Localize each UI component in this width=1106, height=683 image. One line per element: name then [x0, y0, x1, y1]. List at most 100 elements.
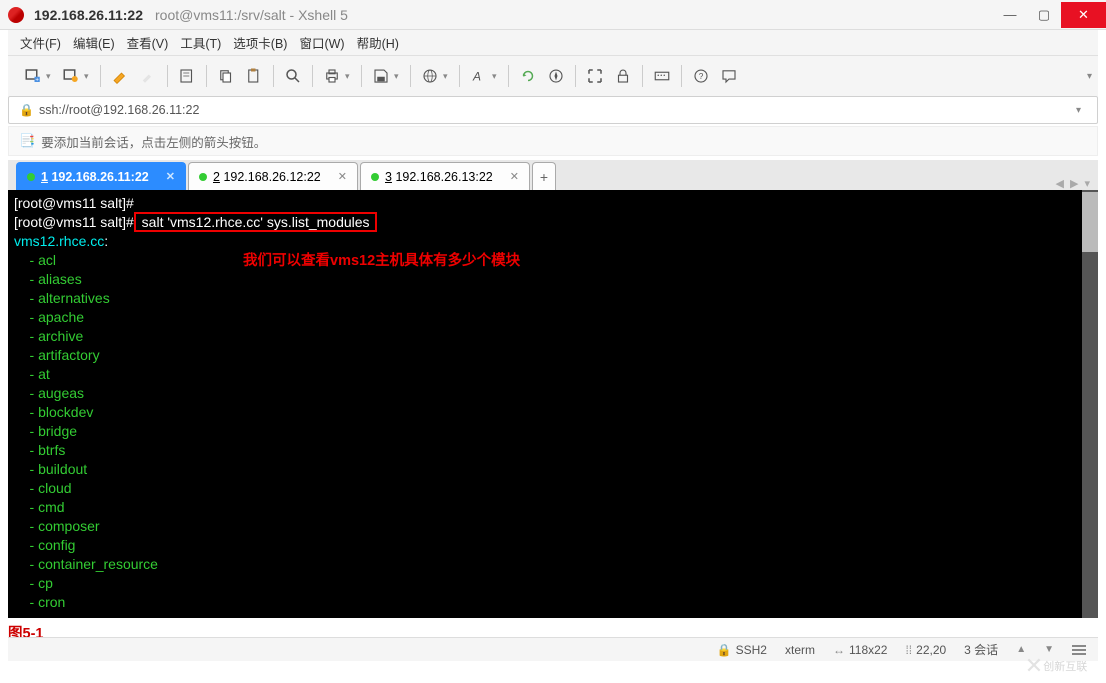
- module-item: - aliases: [14, 270, 1092, 289]
- separator: [206, 65, 207, 87]
- compass-icon[interactable]: [543, 63, 569, 89]
- menu-help[interactable]: 帮助(H): [357, 33, 399, 52]
- tab-icon[interactable]: 📑: [19, 133, 35, 149]
- module-item: - buildout: [14, 460, 1092, 479]
- addressbar-overflow-icon[interactable]: ▾: [1076, 105, 1087, 116]
- tab-label: 192.168.26.12:22: [223, 170, 320, 184]
- module-item: - archive: [14, 327, 1092, 346]
- properties-icon[interactable]: [174, 63, 200, 89]
- search-icon[interactable]: [280, 63, 306, 89]
- dropdown-icon[interactable]: ▾: [345, 71, 355, 82]
- size-icon: ↔: [833, 643, 845, 657]
- tab-next-icon[interactable]: ▶: [1070, 177, 1078, 190]
- tab-session-3[interactable]: 3 192.168.26.13:22 ✕: [360, 162, 530, 190]
- toolbar-overflow-icon[interactable]: ▾: [1087, 71, 1098, 82]
- print-icon[interactable]: [319, 63, 345, 89]
- new-session-icon[interactable]: +: [20, 63, 46, 89]
- keyboard-icon[interactable]: [649, 63, 675, 89]
- globe-icon[interactable]: [417, 63, 443, 89]
- save-icon[interactable]: [368, 63, 394, 89]
- module-item: - bridge: [14, 422, 1092, 441]
- lock-icon[interactable]: [610, 63, 636, 89]
- status-dot-icon: [199, 173, 207, 181]
- separator: [459, 65, 460, 87]
- edit-icon[interactable]: [107, 63, 133, 89]
- minimize-button[interactable]: —: [993, 2, 1027, 28]
- module-item: - acl: [14, 251, 1092, 270]
- add-tab-button[interactable]: +: [532, 162, 556, 190]
- title-subtitle: root@vms11:/srv/salt - Xshell 5: [155, 7, 348, 23]
- scrollbar-thumb[interactable]: [1082, 192, 1098, 252]
- dropdown-icon[interactable]: ▾: [492, 71, 502, 82]
- menu-window[interactable]: 窗口(W): [299, 33, 344, 52]
- separator: [273, 65, 274, 87]
- tabbar: 1 192.168.26.11:22 ✕ 2 192.168.26.12:22 …: [8, 160, 1098, 190]
- separator: [575, 65, 576, 87]
- menu-tools[interactable]: 工具(T): [180, 33, 221, 52]
- terminal-prompt: [root@vms11 salt]#: [14, 195, 134, 211]
- refresh-icon[interactable]: [515, 63, 541, 89]
- watermark-icon: ✕: [1025, 653, 1043, 679]
- watermark: ✕ 创新互联: [1006, 648, 1106, 683]
- app-icon: [8, 7, 24, 23]
- menubar: 文件(F) 编辑(E) 查看(V) 工具(T) 选项卡(B) 窗口(W) 帮助(…: [8, 30, 1098, 56]
- tab-menu-icon[interactable]: ▾: [1084, 177, 1090, 190]
- status-dot-icon: [371, 173, 379, 181]
- fullscreen-icon[interactable]: [582, 63, 608, 89]
- menu-view[interactable]: 查看(V): [127, 33, 169, 52]
- terminal-host: vms12.rhce.cc: [14, 233, 104, 249]
- font-icon[interactable]: A: [466, 63, 492, 89]
- menu-file[interactable]: 文件(F): [20, 33, 61, 52]
- close-icon[interactable]: ✕: [510, 170, 519, 183]
- toolbar: + ▾ ▾ ▾ ▾ ▾ A ▾ ? ▾: [8, 56, 1098, 96]
- status-term: xterm: [785, 643, 815, 657]
- module-item: - btrfs: [14, 441, 1092, 460]
- tab-session-2[interactable]: 2 192.168.26.12:22 ✕: [188, 162, 358, 190]
- svg-text:+: +: [35, 77, 39, 83]
- reconnect-icon[interactable]: [58, 63, 84, 89]
- watermark-text: 创新互联: [1043, 658, 1087, 674]
- highlight-icon[interactable]: [135, 63, 161, 89]
- dropdown-icon[interactable]: ▾: [46, 71, 56, 82]
- module-item: - cp: [14, 574, 1092, 593]
- status-position: ⁞⁞22,20: [905, 643, 946, 657]
- tab-session-1[interactable]: 1 192.168.26.11:22 ✕: [16, 162, 186, 190]
- module-item: - alternatives: [14, 289, 1092, 308]
- lock-icon: 🔒: [19, 103, 34, 117]
- addressbar[interactable]: 🔒 ssh://root@192.168.26.11:22 ▾: [8, 96, 1098, 124]
- tab-number: 1: [41, 170, 48, 184]
- close-button[interactable]: ✕: [1061, 2, 1106, 28]
- copy-icon[interactable]: [213, 63, 239, 89]
- tab-number: 3: [385, 170, 392, 184]
- separator: [361, 65, 362, 87]
- module-item: - artifactory: [14, 346, 1092, 365]
- status-size: ↔118x22: [833, 643, 887, 657]
- tab-label: 192.168.26.13:22: [395, 170, 492, 184]
- terminal-scrollbar[interactable]: [1082, 190, 1098, 618]
- status-dot-icon: [27, 173, 35, 181]
- status-protocol: 🔒SSH2: [717, 643, 767, 657]
- chat-icon[interactable]: [716, 63, 742, 89]
- dropdown-icon[interactable]: ▾: [84, 71, 94, 82]
- hint-text: 要添加当前会话，点击左侧的箭头按钮。: [41, 132, 266, 151]
- close-icon[interactable]: ✕: [166, 170, 175, 183]
- module-item: - cloud: [14, 479, 1092, 498]
- help-icon[interactable]: ?: [688, 63, 714, 89]
- lock-icon: 🔒: [717, 643, 732, 657]
- module-item: - apache: [14, 308, 1092, 327]
- dropdown-icon[interactable]: ▾: [394, 71, 404, 82]
- close-icon[interactable]: ✕: [338, 170, 347, 183]
- maximize-button[interactable]: ▢: [1027, 2, 1061, 28]
- dropdown-icon[interactable]: ▾: [443, 71, 453, 82]
- address-text: ssh://root@192.168.26.11:22: [39, 103, 200, 117]
- terminal[interactable]: [root@vms11 salt]# [root@vms11 salt]# sa…: [8, 190, 1098, 618]
- menu-tabs[interactable]: 选项卡(B): [233, 33, 287, 52]
- module-item: - at: [14, 365, 1092, 384]
- separator: [681, 65, 682, 87]
- annotation-text: 我们可以查看vms12主机具体有多少个模块: [243, 252, 520, 271]
- tab-prev-icon[interactable]: ◀: [1056, 177, 1064, 190]
- paste-icon[interactable]: [241, 63, 267, 89]
- status-sessions: 3 会话: [964, 641, 998, 658]
- menu-edit[interactable]: 编辑(E): [73, 33, 115, 52]
- separator: [508, 65, 509, 87]
